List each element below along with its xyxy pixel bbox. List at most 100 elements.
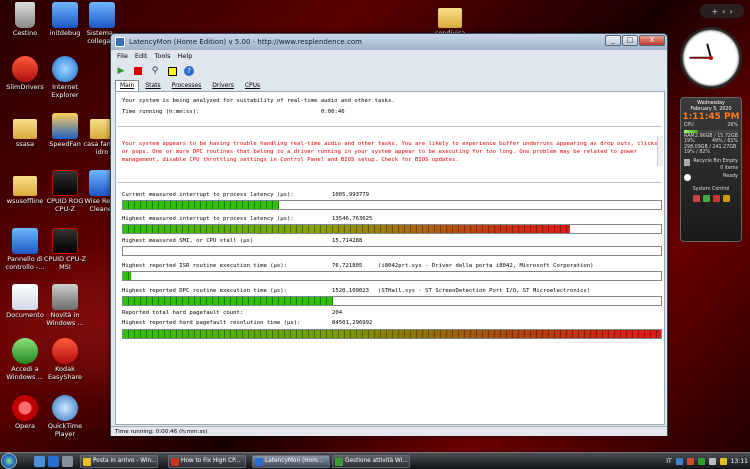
metric-value: 1520,109023	[332, 288, 370, 294]
desktop-icon-quicktime-player[interactable]: QuickTime Player	[40, 395, 90, 438]
cpuid-cpuz-msi-icon	[52, 228, 78, 254]
cpu-bar	[684, 129, 738, 133]
maximize-button[interactable]: □	[622, 35, 638, 46]
taskbar-button-label: Posta in arrivo - Win...	[93, 458, 157, 464]
menu-tools[interactable]: Tools	[154, 52, 170, 62]
metric-bar-fill	[123, 297, 333, 305]
pagefault-count-value: 204	[332, 310, 343, 316]
show-desktop-icon[interactable]	[34, 456, 45, 467]
metric-value: 15,714288	[332, 238, 363, 244]
metric-value: 1005,993779	[332, 192, 370, 198]
desktop-icon-windows-whats-new[interactable]: Novità in Windows ...	[40, 284, 90, 327]
tab-main[interactable]: Main	[115, 80, 140, 91]
desktop-icon-cpuid-cpuz-msi[interactable]: CPUID CPU-Z MSI	[40, 228, 90, 271]
system-tray: IT 13:11	[666, 455, 748, 468]
start-button[interactable]	[1, 453, 17, 469]
metric-label: Current measured interrupt to process la…	[122, 192, 294, 198]
analysis-line: Your system is being analyzed for suitab…	[122, 98, 395, 104]
help-tray-icon[interactable]	[675, 458, 683, 465]
gadget-weekday: Wednesday	[697, 101, 725, 106]
tab-drivers[interactable]: Drivers	[207, 80, 239, 91]
recycle-row[interactable]: Recycle Bin Empty	[681, 158, 741, 166]
antivirus-tray-icon[interactable]	[686, 458, 694, 465]
time-running-label: Time running (h:mm:ss):	[122, 109, 200, 115]
menu-help[interactable]: Help	[178, 52, 193, 62]
separator	[118, 182, 662, 183]
window-controls: _ □ X	[605, 35, 665, 46]
system-control-row[interactable]: System Control	[681, 187, 741, 193]
opera-icon	[12, 395, 38, 421]
tab-strip: Main Stats Processes Drivers CPUs	[115, 80, 265, 91]
menu-file[interactable]: File	[117, 52, 128, 62]
close-button[interactable]: X	[639, 35, 665, 46]
pagefault-count-label: Reported total hard pagefault count:	[122, 310, 244, 316]
cpuid-rog-cpuz-icon	[52, 170, 78, 196]
task-app-icon	[171, 458, 179, 466]
metric-bar	[122, 224, 662, 234]
taskbar-button[interactable]: Gestione attività Wi...	[332, 455, 410, 468]
gadget-time: 1:11:45 PM	[682, 112, 740, 122]
tab-cpus[interactable]: CPUs	[240, 80, 265, 91]
desktop-icon-kodak-easyshare[interactable]: Kodak EasyShare	[40, 338, 90, 381]
shutdown-icon[interactable]	[712, 194, 720, 202]
metric-value: 13546,763625	[332, 216, 373, 222]
metric-driver: (i8042prt.sys - Driver della porta i8042…	[378, 263, 594, 269]
app-icon	[115, 37, 125, 47]
cpu-value: 26%	[727, 123, 738, 128]
stop-icon[interactable]	[132, 65, 144, 77]
tab-processes[interactable]: Processes	[167, 80, 207, 91]
help-icon[interactable]: ?	[183, 65, 195, 77]
system-monitor-gadget[interactable]: Wednesday February 5, 2020 1:11:45 PM CP…	[680, 97, 742, 242]
lock-icon[interactable]	[692, 194, 700, 202]
add-gadget-icon[interactable]: +	[711, 7, 718, 16]
taskbar-button[interactable]: How to Fix High CP...	[168, 455, 246, 468]
desktop-icon-label: QuickTime Player	[47, 422, 83, 438]
metric-bar	[122, 271, 662, 281]
metric-bar	[122, 200, 662, 210]
minimize-button[interactable]: _	[605, 35, 621, 46]
warning-scrollbar[interactable]	[657, 136, 663, 166]
volume-tray-icon[interactable]	[708, 458, 716, 465]
pagefault-bar-fill	[123, 330, 661, 338]
play-icon[interactable]: ▶	[115, 65, 127, 77]
toolbar: ▶ ⚲ ?	[115, 64, 195, 78]
metric-bar-fill	[123, 225, 570, 233]
taskbar-clock[interactable]: 13:11	[731, 458, 748, 465]
taskbar-button-label: Gestione attività Wi...	[345, 458, 408, 464]
clock-gadget[interactable]	[680, 27, 742, 89]
power-icon	[684, 174, 691, 181]
next-icon[interactable]: ›	[729, 7, 732, 16]
windows-whats-new-icon	[52, 284, 78, 310]
cpu-label: CPU	[684, 123, 694, 128]
ie-quicklaunch-icon[interactable]	[48, 456, 59, 467]
previous-icon[interactable]: ‹	[722, 7, 725, 16]
tab-stats[interactable]: Stats	[140, 80, 165, 91]
network-tray-icon[interactable]	[697, 458, 705, 465]
desktop-icon-label: Internet Explorer	[51, 83, 79, 99]
menu-edit[interactable]: Edit	[135, 52, 148, 62]
language-indicator[interactable]: IT	[666, 458, 671, 465]
window-titlebar[interactable]: LatencyMon (Home Edition) v 5.00 - http:…	[111, 34, 667, 50]
wsusoffline-folder-icon	[13, 176, 37, 196]
menu-bar: File Edit Tools Help	[113, 52, 192, 62]
sidebar-controls[interactable]: + ‹ ›	[700, 4, 744, 18]
desktop-icon-internet-explorer[interactable]: Internet Explorer	[40, 56, 90, 99]
recycle-items-row: 0 items	[681, 166, 741, 172]
metric-bar-fill	[123, 201, 280, 209]
search-icon[interactable]: ⚲	[149, 65, 161, 77]
sleep-icon[interactable]	[722, 194, 730, 202]
taskbar-button-label: LatencyMon (Hom...	[265, 458, 324, 464]
control-panel-icon	[12, 228, 38, 254]
window-icon[interactable]	[166, 65, 178, 77]
clock-second-hand	[689, 57, 712, 59]
power-tray-icon[interactable]	[719, 458, 727, 465]
cpu-row: CPU 26%	[681, 123, 741, 129]
latencymon-window: LatencyMon (Home Edition) v 5.00 - http:…	[110, 33, 668, 436]
kodak-easyshare-icon	[52, 338, 78, 364]
metric-label: Highest reported DPC routine execution t…	[122, 288, 288, 294]
taskbar-button[interactable]: LatencyMon (Hom...	[252, 455, 330, 468]
desktop-icon-label: Novità in Windows ...	[46, 311, 84, 327]
switch-windows-icon[interactable]	[62, 456, 73, 467]
restart-icon[interactable]	[702, 194, 710, 202]
taskbar-button[interactable]: Posta in arrivo - Win...	[80, 455, 158, 468]
